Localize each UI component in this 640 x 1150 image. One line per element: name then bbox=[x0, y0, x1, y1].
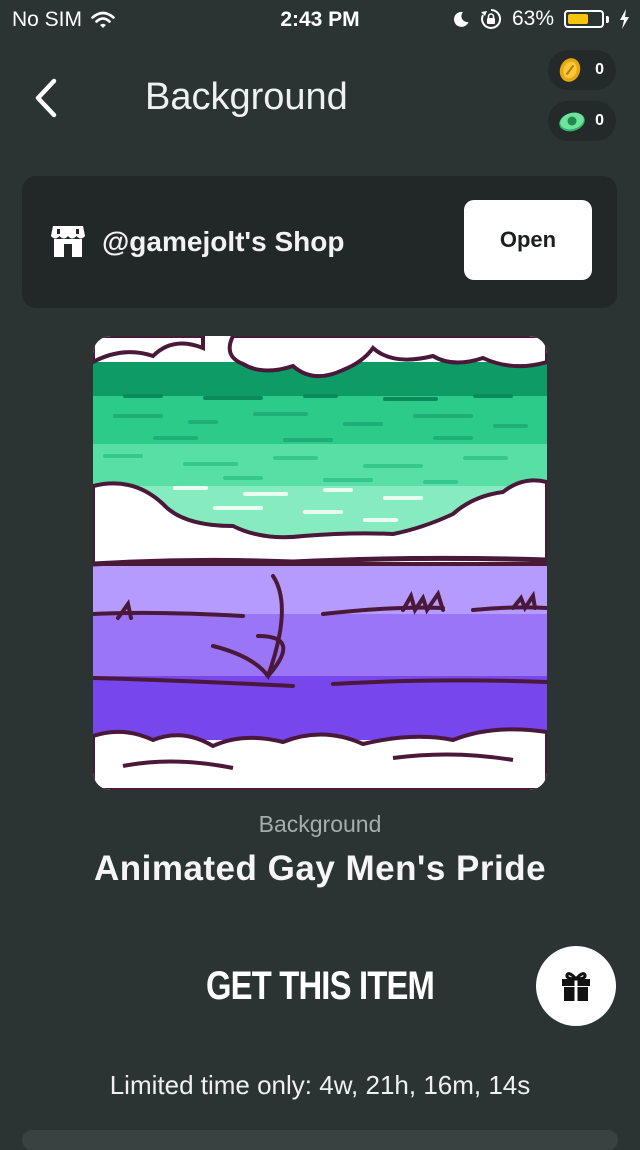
limited-time-text: Limited time only: 4w, 21h, 16m, 14s bbox=[109, 1070, 531, 1100]
rotation-lock-icon bbox=[480, 8, 502, 29]
cash-count: 0 bbox=[595, 112, 604, 129]
status-bar: No SIM 2:43 PM 63% bbox=[0, 0, 640, 40]
moon-icon bbox=[453, 11, 469, 27]
bottom-sheet-edge bbox=[22, 1130, 618, 1150]
battery-percent: 63% bbox=[511, 7, 554, 30]
page-title: Background bbox=[145, 76, 348, 118]
battery-icon bbox=[564, 10, 609, 28]
back-button[interactable] bbox=[28, 76, 64, 120]
coin-icon bbox=[559, 58, 581, 82]
store-icon bbox=[51, 226, 85, 257]
shop-card: @gamejolt's Shop Open bbox=[22, 176, 617, 308]
item-preview-image bbox=[93, 336, 547, 790]
charging-icon bbox=[620, 9, 629, 29]
open-shop-button[interactable]: Open bbox=[464, 200, 592, 280]
chevron-left-icon bbox=[35, 78, 57, 118]
item-type-label: Background bbox=[258, 811, 382, 837]
gift-icon bbox=[562, 972, 590, 1001]
coin-count: 0 bbox=[595, 61, 604, 78]
status-right: 63% bbox=[452, 7, 630, 31]
coin-balance[interactable]: 0 bbox=[548, 50, 616, 90]
gift-button[interactable] bbox=[536, 946, 616, 1026]
cash-icon bbox=[559, 112, 585, 132]
item-name: Animated Gay Men's Pride bbox=[93, 849, 547, 888]
get-item-button[interactable]: GET THIS ITEM bbox=[189, 950, 451, 1022]
cash-balance[interactable]: 0 bbox=[548, 101, 616, 141]
shop-name[interactable]: @gamejolt's Shop bbox=[102, 226, 344, 258]
